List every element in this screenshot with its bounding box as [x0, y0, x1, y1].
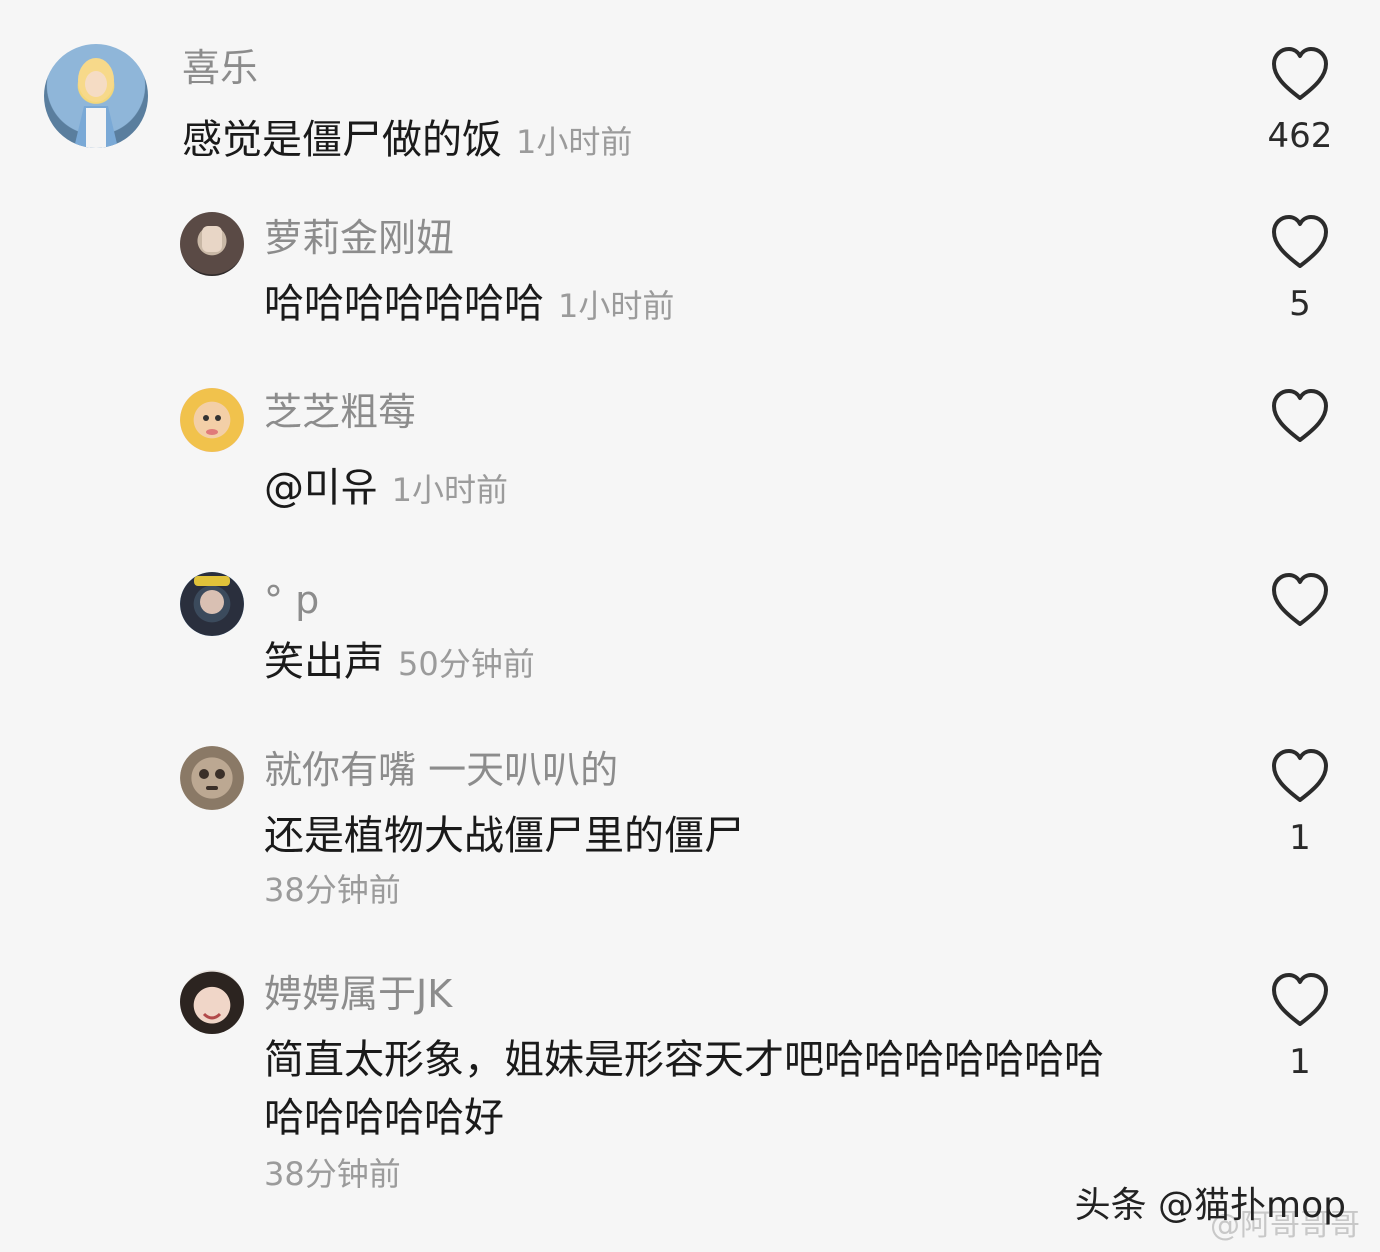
reply-item: ° p 笑出声 50分钟前	[0, 550, 1380, 730]
comment-body: 笑出声	[264, 639, 384, 685]
reply-item: 娉娉属于JK 简直太形象，姐妹是形容天才吧哈哈哈哈哈哈哈 哈哈哈哈哈好 38分钟…	[0, 950, 1380, 1210]
like-count: 1	[1289, 1042, 1311, 1082]
heart-outline-icon	[1272, 973, 1328, 1026]
comment-body: 简直太形象，姐妹是形容天才吧哈哈哈哈哈哈哈	[264, 1037, 1104, 1083]
comment-username[interactable]: ° p	[264, 578, 319, 622]
comment-text-line2: 哈哈哈哈哈好	[264, 1090, 504, 1146]
heart-outline-icon	[1272, 389, 1328, 442]
comment-username[interactable]: 芝芝粗莓	[264, 390, 416, 434]
reply-item: 萝莉金刚妞 哈哈哈哈哈哈哈 1小时前 5	[0, 180, 1380, 350]
reply-item: 就你有嘴 一天叭叭的 还是植物大战僵尸里的僵尸 38分钟前 1	[0, 730, 1380, 950]
comment-time: 1小时前	[558, 287, 675, 325]
like-count	[1250, 458, 1350, 498]
heart-outline-icon	[1272, 573, 1328, 626]
comment-time: 50分钟前	[398, 645, 535, 683]
comment-time: 38分钟前	[264, 1155, 401, 1193]
avatar-image	[199, 769, 225, 790]
comment-body: 哈哈哈哈哈好	[264, 1095, 504, 1141]
like-count: 462	[1267, 116, 1333, 156]
like-button[interactable]: 1	[1250, 748, 1350, 858]
avatar-image	[203, 415, 221, 435]
comment-time: 1小时前	[391, 471, 508, 509]
comment-username[interactable]: 喜乐	[182, 46, 258, 90]
avatar[interactable]	[180, 212, 244, 276]
comment-text: 笑出声 50分钟前	[264, 634, 535, 692]
heart-outline-icon	[1272, 749, 1328, 802]
like-button[interactable]	[1250, 572, 1350, 682]
comment-body: 还是植物大战僵尸里的僵尸	[264, 813, 744, 859]
like-count: 1	[1289, 818, 1311, 858]
comment-text: 哈哈哈哈哈哈哈 1小时前	[264, 276, 674, 334]
avatar[interactable]	[180, 388, 244, 452]
comment-time: 38分钟前	[264, 871, 401, 909]
like-button[interactable]	[1250, 388, 1350, 498]
comment-username[interactable]: 就你有嘴 一天叭叭的	[264, 748, 618, 792]
comment-body: 感觉是僵尸做的饭	[182, 117, 502, 163]
like-button[interactable]: 1	[1250, 972, 1350, 1082]
avatar-image	[202, 226, 222, 252]
comment-time: 1小时前	[516, 123, 633, 161]
comment-item: 喜乐 感觉是僵尸做的饭 1小时前 462	[0, 0, 1380, 180]
watermark: 头条 @猫扑mop	[1074, 1185, 1346, 1226]
heart-outline-icon	[1272, 215, 1328, 268]
avatar[interactable]	[180, 970, 244, 1034]
like-button[interactable]: 5	[1250, 214, 1350, 324]
like-count: 5	[1289, 284, 1311, 324]
comment-text: @미유 1小时前	[264, 460, 508, 518]
like-count	[1250, 642, 1350, 682]
avatar-image	[74, 58, 118, 148]
avatar[interactable]	[180, 572, 244, 636]
comment-text-line1: 简直太形象，姐妹是形容天才吧哈哈哈哈哈哈哈	[264, 1032, 1104, 1088]
like-button[interactable]: 462	[1250, 46, 1350, 156]
comment-username[interactable]: 萝莉金刚妞	[264, 216, 454, 260]
avatar-image	[194, 576, 230, 614]
comment-text: 感觉是僵尸做的饭 1小时前	[182, 112, 632, 170]
comment-body: 哈哈哈哈哈哈哈	[264, 281, 544, 327]
comment-text: 还是植物大战僵尸里的僵尸	[264, 808, 744, 864]
reply-item: 芝芝粗莓 @미유 1小时前	[0, 350, 1380, 550]
avatar-image	[202, 1012, 222, 1020]
avatar[interactable]	[44, 44, 148, 148]
comment-body: @미유	[264, 465, 378, 511]
avatar[interactable]	[180, 746, 244, 810]
comment-username[interactable]: 娉娉属于JK	[264, 972, 452, 1016]
heart-outline-icon	[1272, 47, 1328, 100]
